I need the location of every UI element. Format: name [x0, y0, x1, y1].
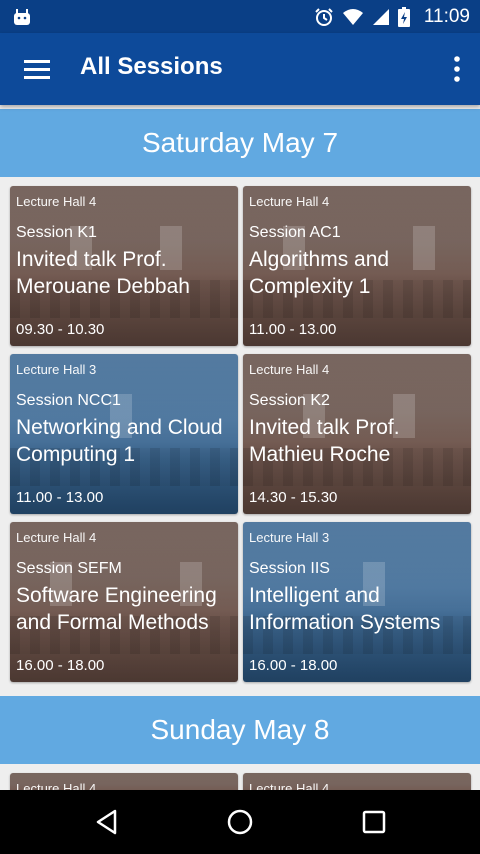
- session-hall: Lecture Hall 4: [16, 530, 97, 545]
- session-list[interactable]: Saturday May 7 Lecture Hall 4 Session K1…: [0, 105, 480, 790]
- session-hall: Lecture Hall 4: [16, 194, 97, 209]
- session-card[interactable]: Lecture Hall 3 Session IIS Intelligent a…: [243, 522, 471, 682]
- page-title: All Sessions: [80, 53, 223, 80]
- status-bar: 11:09: [0, 0, 480, 33]
- session-code: Session K1: [16, 224, 97, 241]
- day-header: Sunday May 8: [0, 696, 480, 764]
- session-title: Networking and Cloud Computing 1: [16, 416, 223, 466]
- session-title: Invited talk Prof. Mathieu Roche: [249, 416, 400, 466]
- day-header: Saturday May 7: [0, 109, 480, 177]
- session-hall: Lecture Hall 3: [16, 362, 97, 377]
- session-card[interactable]: Lecture Hall 4 Session K2 Invited talk P…: [243, 354, 471, 514]
- status-time: 11:09: [423, 5, 470, 27]
- session-title: Invited talk Prof. Merouane Debbah: [16, 248, 190, 298]
- session-hall: Lecture Hall 4: [249, 194, 330, 209]
- session-time: 11.00 - 13.00: [16, 489, 104, 506]
- session-time: 11.00 - 13.00: [249, 321, 337, 338]
- session-code: Session IIS: [249, 560, 330, 577]
- session-card[interactable]: Lecture Hall 4: [243, 773, 471, 790]
- android-icon: [14, 9, 30, 25]
- session-hall: Lecture Hall 4: [249, 362, 330, 377]
- recents-icon[interactable]: [360, 808, 388, 836]
- session-hall: Lecture Hall 3: [249, 530, 330, 545]
- app-bar: All Sessions: [0, 33, 480, 105]
- session-grid-sunday: Lecture Hall 4 Lecture Hall 4: [0, 764, 480, 790]
- session-title: Intelligent and Information Systems: [249, 584, 441, 634]
- session-code: Session AC1: [249, 224, 341, 241]
- session-code: Session SEFM: [16, 560, 122, 577]
- session-card[interactable]: Lecture Hall 3 Session NCC1 Networking a…: [10, 354, 238, 514]
- signal-icon: [372, 8, 389, 25]
- back-icon[interactable]: [93, 808, 121, 836]
- session-code: Session NCC1: [16, 392, 121, 409]
- session-time: 16.00 - 18.00: [16, 657, 105, 674]
- more-vert-icon[interactable]: [450, 55, 464, 83]
- session-code: Session K2: [249, 392, 330, 409]
- session-card[interactable]: Lecture Hall 4 Session SEFM Software Eng…: [10, 522, 238, 682]
- session-hall: Lecture Hall 4: [16, 781, 97, 790]
- session-title: Software Engineering and Formal Methods: [16, 584, 217, 634]
- session-time: 16.00 - 18.00: [249, 657, 338, 674]
- battery-icon: [397, 6, 410, 27]
- session-card[interactable]: Lecture Hall 4 Session K1 Invited talk P…: [10, 186, 238, 346]
- session-card[interactable]: Lecture Hall 4: [10, 773, 238, 790]
- home-icon[interactable]: [226, 808, 254, 836]
- session-time: 09.30 - 10.30: [16, 321, 105, 338]
- session-title: Algorithms and Complexity 1: [249, 248, 390, 298]
- session-card[interactable]: Lecture Hall 4 Session AC1 Algorithms an…: [243, 186, 471, 346]
- navigation-bar: [0, 790, 480, 854]
- alarm-icon: [315, 7, 333, 26]
- session-hall: Lecture Hall 4: [249, 781, 330, 790]
- session-time: 14.30 - 15.30: [249, 489, 338, 506]
- wifi-icon: [342, 8, 363, 25]
- menu-icon[interactable]: [24, 57, 50, 81]
- session-grid-saturday: Lecture Hall 4 Session K1 Invited talk P…: [0, 177, 480, 692]
